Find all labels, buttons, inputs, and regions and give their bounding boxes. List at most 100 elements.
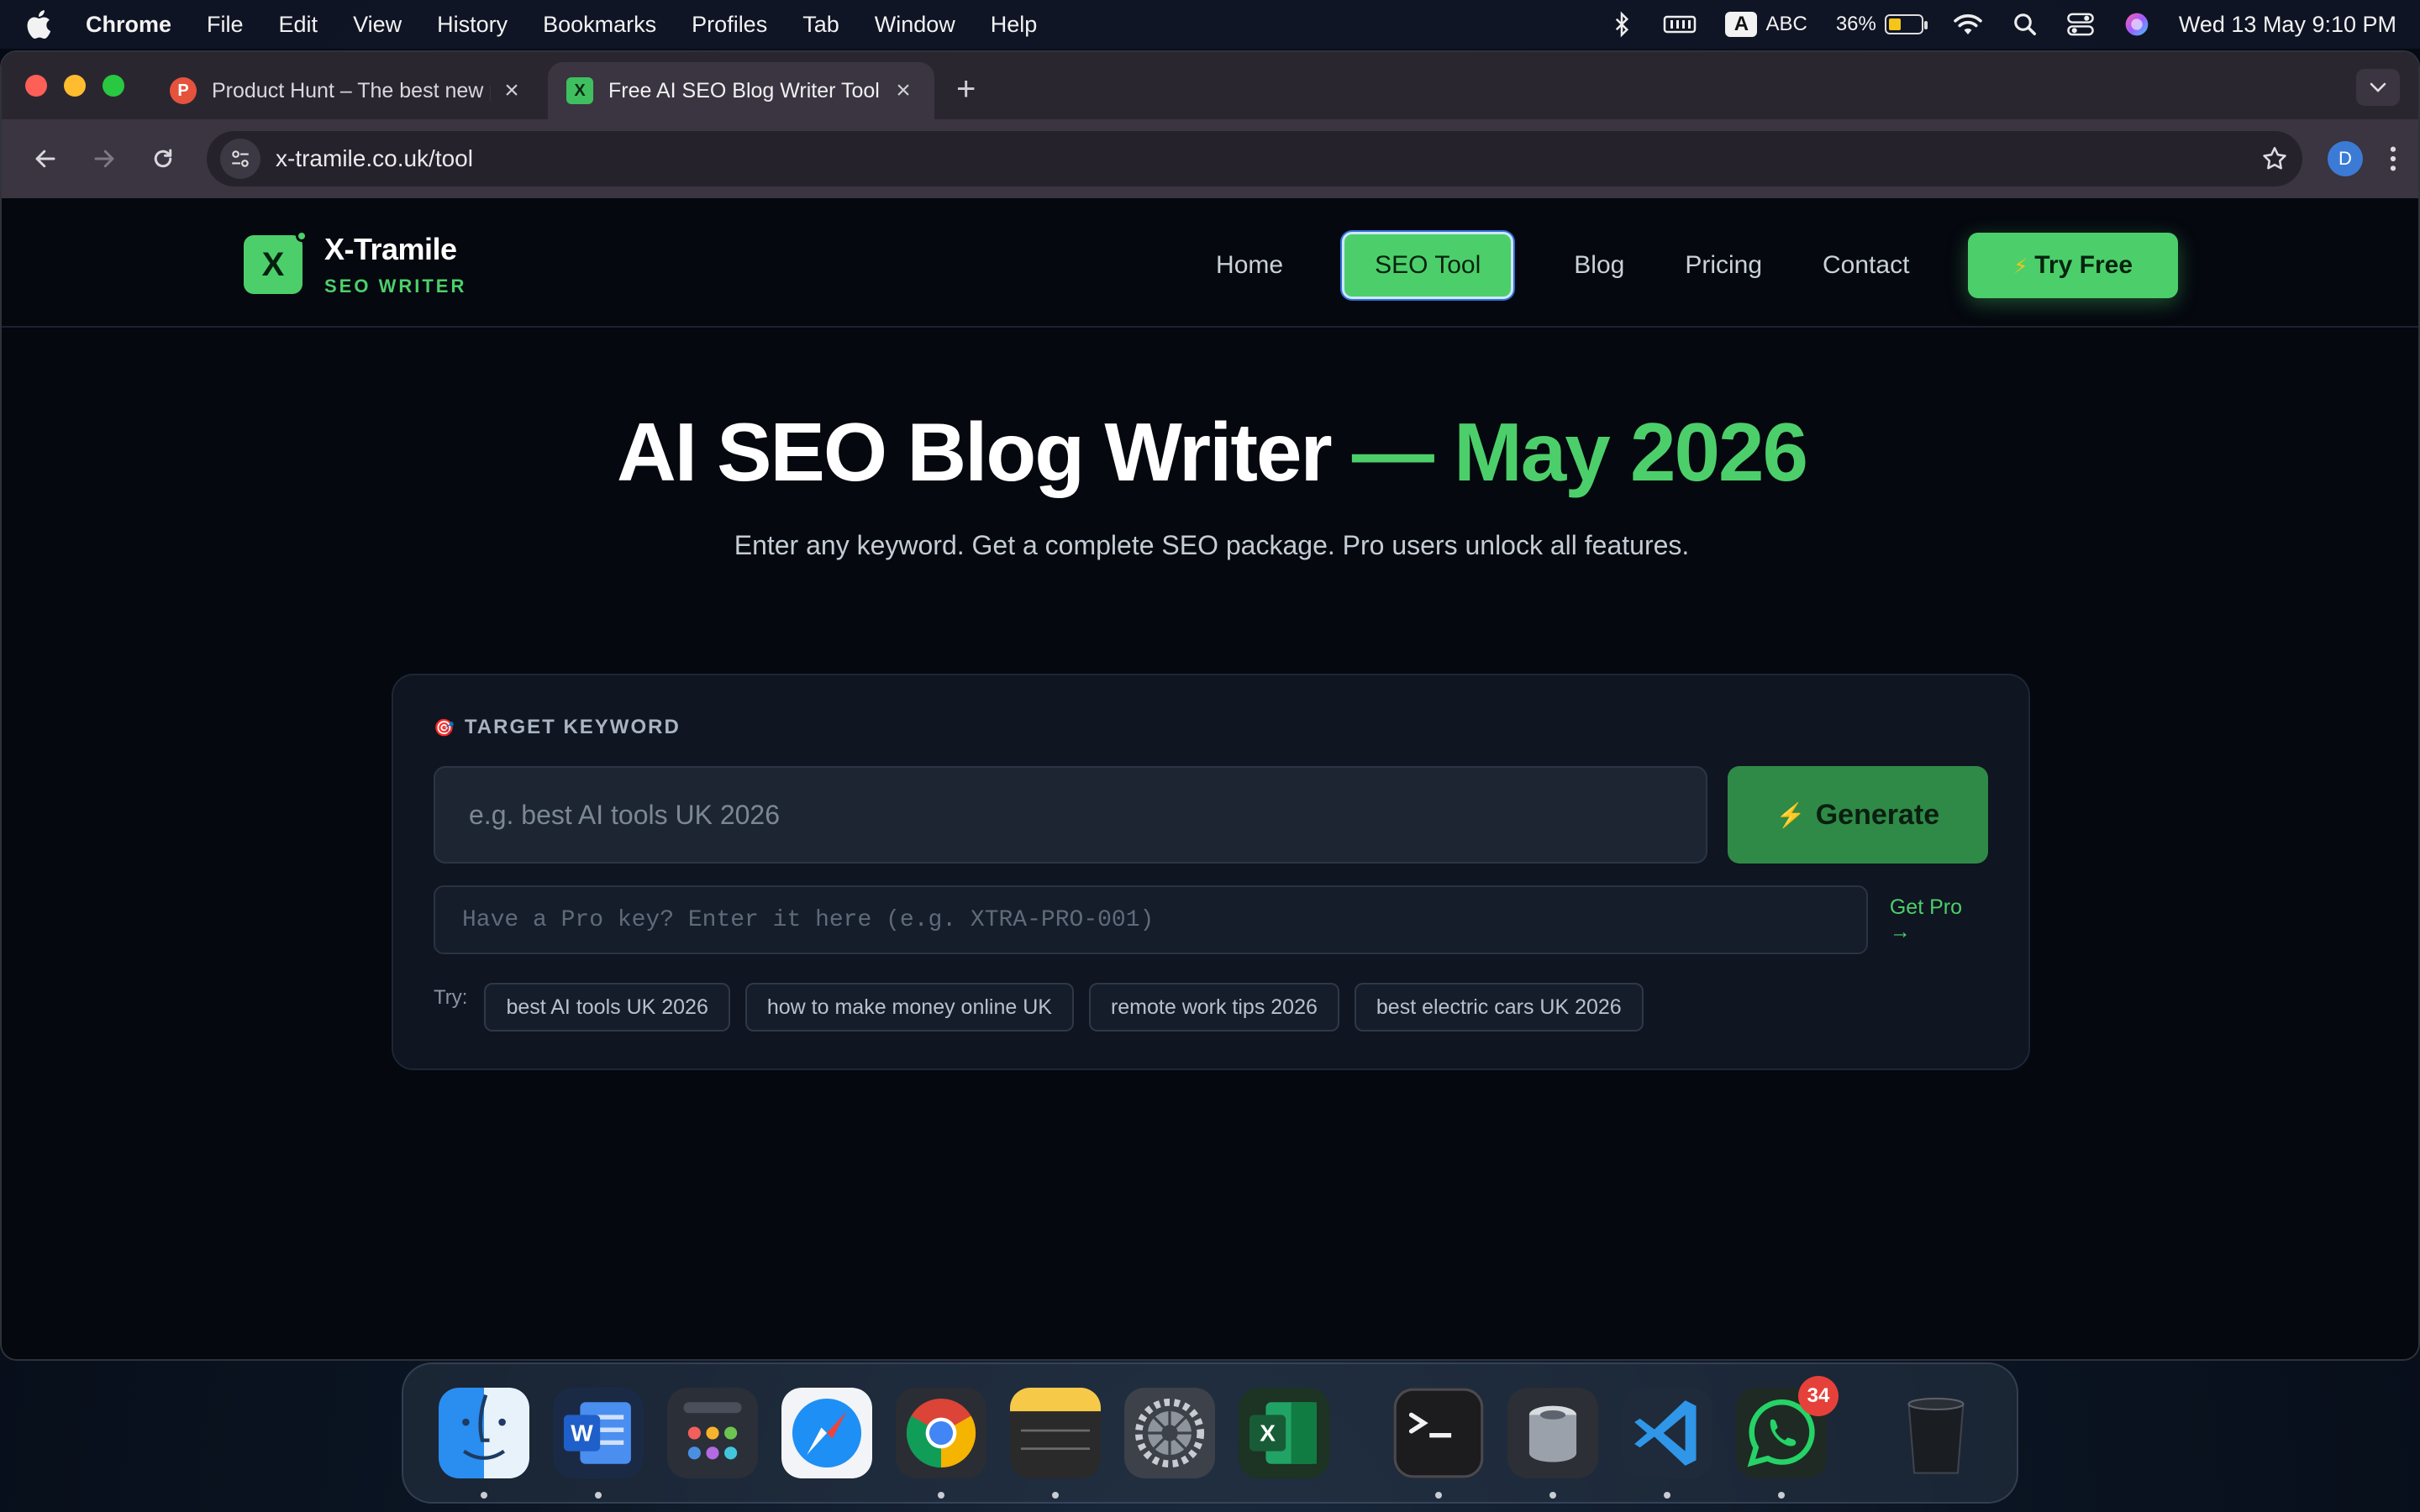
- nav-seo-tool[interactable]: SEO Tool: [1342, 232, 1514, 299]
- apple-menu-icon[interactable]: [24, 8, 57, 41]
- menu-file[interactable]: File: [207, 12, 244, 38]
- bluetooth-icon[interactable]: [1609, 10, 1634, 39]
- page-subtitle: Enter any keyword. Get a complete SEO pa…: [734, 530, 1690, 560]
- main-nav: Home SEO Tool Blog Pricing Contact ⚡ Try …: [1155, 232, 2178, 299]
- dock-finder[interactable]: [439, 1388, 529, 1499]
- launchpad-icon: [667, 1388, 758, 1478]
- input-source-menu[interactable]: A ABC: [1725, 12, 1807, 37]
- keyword-input[interactable]: [434, 766, 1707, 864]
- app-menu[interactable]: Chrome: [86, 12, 171, 38]
- target-keyword-label: 🎯 TARGET KEYWORD: [434, 716, 1988, 739]
- svg-text:X: X: [1260, 1420, 1276, 1446]
- running-indicator: [1052, 1492, 1059, 1499]
- suggestion-chip[interactable]: how to make money online UK: [744, 983, 1074, 1032]
- dock-safari[interactable]: [781, 1388, 872, 1478]
- profile-avatar[interactable]: D: [2328, 141, 2363, 176]
- target-icon: 🎯: [434, 718, 456, 738]
- dock-system-settings[interactable]: [1124, 1388, 1215, 1478]
- close-tab-icon[interactable]: ×: [891, 76, 916, 105]
- menu-history[interactable]: History: [437, 12, 508, 38]
- reload-button[interactable]: [139, 135, 187, 182]
- safari-icon: [781, 1388, 872, 1478]
- siri-icon[interactable]: [2123, 11, 2150, 38]
- dock-word[interactable]: W: [553, 1388, 644, 1499]
- dock-chrome[interactable]: [896, 1388, 986, 1499]
- new-tab-button[interactable]: +: [956, 71, 976, 108]
- control-center-icon[interactable]: [2066, 12, 2095, 37]
- tune-icon: [232, 150, 249, 167]
- try-free-label: Try Free: [2034, 251, 2133, 279]
- generate-button[interactable]: ⚡ Generate: [1728, 766, 1988, 864]
- try-free-button[interactable]: ⚡ Try Free: [1968, 233, 2178, 298]
- running-indicator: [1778, 1492, 1785, 1499]
- dock-vscode[interactable]: [1622, 1388, 1712, 1499]
- try-label: Try:: [434, 986, 468, 1009]
- dock-excel[interactable]: X: [1239, 1388, 1329, 1478]
- running-indicator: [938, 1492, 944, 1499]
- menu-bookmarks[interactable]: Bookmarks: [543, 12, 656, 38]
- site-logo[interactable]: X X-Tramile SEO WRITER: [244, 230, 466, 297]
- notification-badge: 34: [1798, 1376, 1839, 1416]
- spotlight-search-icon[interactable]: [2012, 12, 2038, 37]
- trash-icon: [1907, 1397, 1965, 1474]
- menubar-clock[interactable]: Wed 13 May 9:10 PM: [2179, 12, 2396, 38]
- word-icon: W: [553, 1388, 644, 1478]
- nav-blog[interactable]: Blog: [1574, 251, 1624, 280]
- minimize-window-button[interactable]: [64, 75, 86, 97]
- product-hunt-favicon-icon: P: [170, 77, 197, 104]
- chrome-icon: [896, 1388, 986, 1478]
- terminal-icon: [1393, 1388, 1484, 1478]
- battery-percent: 36%: [1835, 13, 1876, 35]
- tab-product-hunt[interactable]: P Product Hunt – The best new products ×: [151, 62, 543, 119]
- tab-x-tramile[interactable]: X Free AI SEO Blog Writer Tool | X-Trami…: [548, 62, 934, 119]
- battery-status[interactable]: 36%: [1835, 13, 1928, 36]
- back-button[interactable]: [22, 135, 69, 182]
- reload-icon: [154, 149, 172, 168]
- nav-home[interactable]: Home: [1216, 251, 1283, 280]
- page-title-main: AI SEO Blog Writer: [616, 406, 1333, 498]
- dock-launchpad[interactable]: [667, 1388, 758, 1478]
- menu-profiles[interactable]: Profiles: [692, 12, 767, 38]
- dock-whatsapp[interactable]: 34: [1736, 1376, 1839, 1499]
- wifi-icon[interactable]: [1952, 12, 1984, 37]
- target-keyword-label-text: TARGET KEYWORD: [464, 716, 681, 738]
- bookmark-star-icon[interactable]: [2260, 144, 2289, 173]
- battery-icon: [1884, 14, 1928, 34]
- nav-pricing[interactable]: Pricing: [1685, 251, 1762, 280]
- hero-section: AI SEO Blog Writer — May 2026 Enter any …: [2, 405, 2418, 561]
- more-options-icon[interactable]: [2388, 144, 2398, 173]
- window-controls: [25, 75, 141, 97]
- dock-trash[interactable]: [1891, 1388, 1981, 1478]
- memory-status-icon[interactable]: [1663, 12, 1697, 37]
- site-info-button[interactable]: [220, 139, 260, 179]
- arrow-left-icon: [35, 150, 55, 168]
- url-text[interactable]: x-tramile.co.uk/tool: [276, 145, 2260, 172]
- dock-disk-utility[interactable]: [1507, 1388, 1598, 1499]
- suggestion-chip[interactable]: best AI tools UK 2026: [484, 983, 730, 1032]
- menu-help[interactable]: Help: [991, 12, 1038, 38]
- menu-window[interactable]: Window: [875, 12, 955, 38]
- dock-notes[interactable]: [1010, 1388, 1101, 1499]
- x-tramile-favicon-icon: X: [566, 77, 593, 104]
- close-window-button[interactable]: [25, 75, 47, 97]
- pro-key-input[interactable]: [434, 885, 1868, 954]
- seo-tool-card: 🎯 TARGET KEYWORD ⚡ Generate Get Pro → Tr…: [392, 674, 2030, 1070]
- forward-button[interactable]: [81, 135, 128, 182]
- suggestion-chip[interactable]: best electric cars UK 2026: [1354, 983, 1644, 1032]
- close-tab-icon[interactable]: ×: [499, 76, 524, 105]
- menu-view[interactable]: View: [353, 12, 402, 38]
- menu-edit[interactable]: Edit: [279, 12, 318, 38]
- address-bar[interactable]: x-tramile.co.uk/tool: [207, 131, 2302, 186]
- menu-tab[interactable]: Tab: [802, 12, 839, 38]
- excel-icon: X: [1239, 1388, 1329, 1478]
- suggestion-chip[interactable]: remote work tips 2026: [1088, 983, 1339, 1032]
- lightning-icon: ⚡: [2013, 255, 2028, 278]
- zoom-window-button[interactable]: [103, 75, 124, 97]
- vscode-icon: [1622, 1388, 1712, 1478]
- nav-contact[interactable]: Contact: [1823, 251, 1909, 280]
- tab-strip: P Product Hunt – The best new products ×…: [2, 52, 2418, 119]
- notes-icon: [1010, 1388, 1101, 1478]
- get-pro-link[interactable]: Get Pro →: [1890, 895, 1988, 944]
- dock-terminal[interactable]: [1393, 1388, 1484, 1499]
- tab-search-button[interactable]: [2356, 69, 2400, 106]
